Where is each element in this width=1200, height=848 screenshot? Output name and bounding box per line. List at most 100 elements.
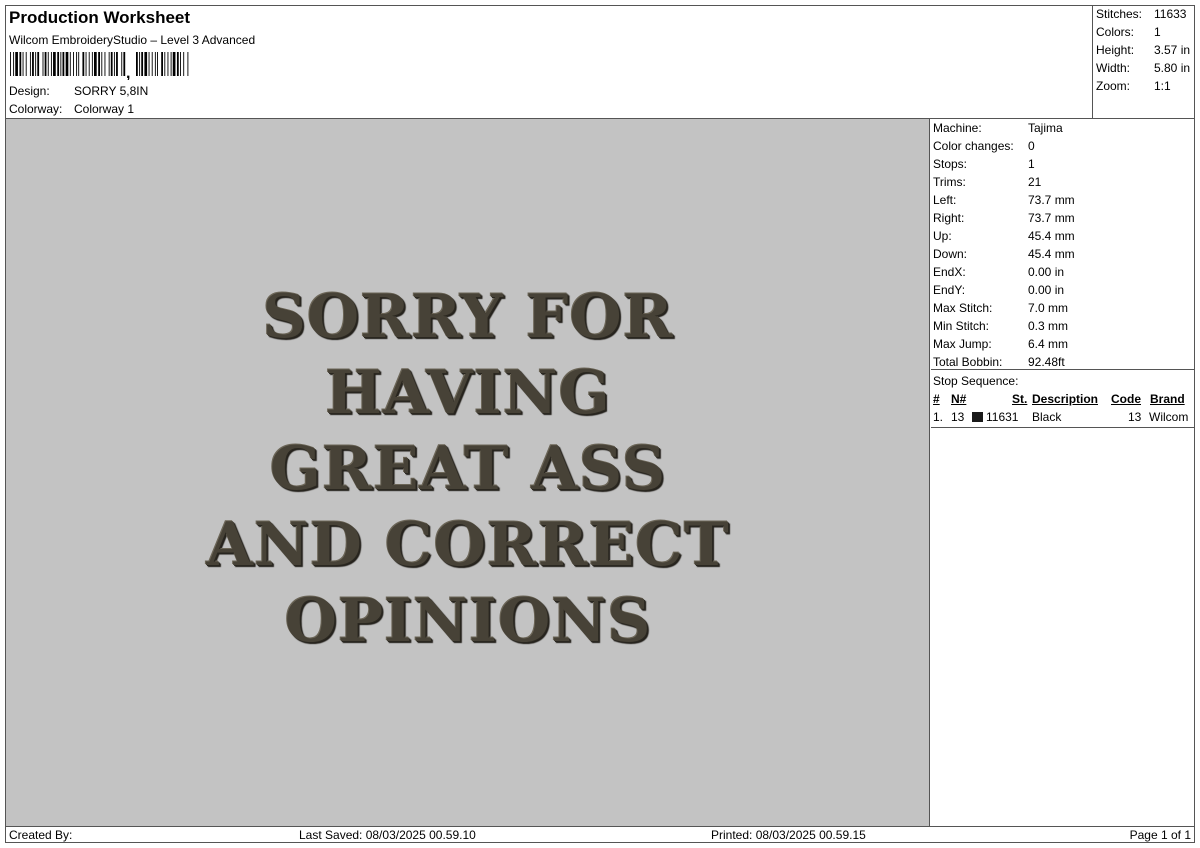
summary-box: Stitches: 11633 Colors: 1 Height: 3.57 in W… [1092, 6, 1194, 119]
stat-endy: EndY: 0.00 in [933, 283, 1064, 297]
page-title: Production Worksheet [9, 8, 191, 27]
stat-max-stitch: Max Stitch: 7.0 mm [933, 301, 1068, 315]
stat-trims: Trims: 21 [933, 175, 1041, 189]
color-swatch-icon [972, 412, 983, 422]
min-stitch-value: 0.3 mm [1028, 319, 1069, 333]
col-header-code: Code [1111, 392, 1141, 406]
worksheet-frame: Production Worksheet Wilcom EmbroiderySt… [5, 5, 1195, 843]
stops-value: 1 [1028, 157, 1035, 171]
max-jump-label: Max Jump: [933, 337, 992, 351]
machine-stats-panel: Machine: Tajima Color changes: 0 Stops: 1 T… [931, 119, 1194, 826]
max-stitch-value: 7.0 mm [1028, 301, 1069, 315]
right-label: Right: [933, 211, 965, 225]
software-name: Wilcom EmbroideryStudio – Level 3 Advanc… [9, 33, 256, 47]
svg-text:,: , [126, 65, 130, 80]
machine-label: Machine: [933, 121, 982, 135]
created-by: Created By: [9, 828, 73, 842]
design-value: SORRY 5,8IN [74, 84, 149, 98]
endx-label: EndX: [933, 265, 966, 279]
stop-description: Black [1032, 410, 1062, 424]
color-changes-value: 0 [1028, 139, 1035, 153]
height-value: 3.57 in [1154, 43, 1191, 57]
stitches-label: Stitches: [1096, 7, 1143, 21]
down-value: 45.4 mm [1028, 247, 1075, 261]
height-label: Height: [1096, 43, 1135, 57]
stat-machine: Machine: Tajima [933, 121, 1063, 135]
embroidery-design: SORRY FOR HAVING GREAT ASS AND CORRECT O… [6, 279, 930, 659]
machine-value: Tajima [1028, 121, 1063, 135]
divider [931, 369, 1194, 370]
stat-right: Right: 73.7 mm [933, 211, 1075, 225]
stat-endx: EndX: 0.00 in [933, 265, 1064, 279]
trims-label: Trims: [933, 175, 966, 189]
stop-stitches: 11631 [986, 410, 1019, 424]
height-row: Height: 3.57 in [1096, 43, 1190, 57]
total-bobbin-label: Total Bobbin: [933, 355, 1003, 369]
stat-color-changes: Color changes: 0 [933, 139, 1035, 153]
max-jump-value: 6.4 mm [1028, 337, 1069, 351]
width-label: Width: [1096, 61, 1131, 75]
design-line: HAVING [325, 358, 611, 428]
up-label: Up: [933, 229, 952, 243]
col-header-num: # [933, 392, 940, 406]
stitches-value: 11633 [1154, 7, 1187, 21]
stop-num: 1. [933, 410, 944, 424]
colorway-row: Colorway: Colorway 1 [9, 102, 134, 116]
stat-max-jump: Max Jump: 6.4 mm [933, 337, 1068, 351]
col-header-description: Description [1032, 392, 1099, 406]
design-line: GREAT ASS [269, 434, 667, 504]
design-line: SORRY FOR [262, 282, 674, 352]
design-preview: SORRY FOR HAVING GREAT ASS AND CORRECT O… [6, 119, 930, 826]
max-stitch-label: Max Stitch: [933, 301, 993, 315]
endx-value: 0.00 in [1028, 265, 1065, 279]
stat-min-stitch: Min Stitch: 0.3 mm [933, 319, 1068, 333]
col-header-st: St. [1012, 392, 1028, 406]
colorway-label: Colorway: [9, 102, 63, 116]
width-row: Width: 5.80 in [1096, 61, 1190, 75]
down-label: Down: [933, 247, 968, 261]
colors-row: Colors: 1 [1096, 25, 1161, 39]
stat-up: Up: 45.4 mm [933, 229, 1075, 243]
colorway-value: Colorway 1 [74, 102, 135, 116]
up-value: 45.4 mm [1028, 229, 1075, 243]
stop-sequence-row: 1. 13 11631 Black 13 Wilcom [931, 410, 1194, 426]
design-label: Design: [9, 84, 50, 98]
total-bobbin-value: 92.48ft [1028, 355, 1065, 369]
stops-label: Stops: [933, 157, 968, 171]
endy-label: EndY: [933, 283, 966, 297]
stop-sequence-header: # N# St. Description Code Brand [931, 392, 1194, 408]
trims-value: 21 [1028, 175, 1042, 189]
barcode-image: , [10, 52, 189, 80]
colors-value: 1 [1154, 25, 1161, 39]
zoom-label: Zoom: [1096, 79, 1131, 93]
stat-stops: Stops: 1 [933, 157, 1035, 171]
stat-left: Left: 73.7 mm [933, 193, 1075, 207]
stop-brand: Wilcom [1149, 410, 1189, 424]
endy-value: 0.00 in [1028, 283, 1065, 297]
page-number: Page 1 of 1 [1129, 828, 1191, 842]
printed-date: Printed: 08/03/2025 00.59.15 [711, 828, 866, 842]
zoom-row: Zoom: 1:1 [1096, 79, 1171, 93]
min-stitch-label: Min Stitch: [933, 319, 990, 333]
worksheet-header: Production Worksheet Wilcom EmbroiderySt… [6, 6, 1092, 119]
last-saved: Last Saved: 08/03/2025 00.59.10 [299, 828, 476, 842]
stop-code: 13 [1128, 410, 1142, 424]
color-changes-label: Color changes: [933, 139, 1014, 153]
colors-label: Colors: [1096, 25, 1135, 39]
stat-down: Down: 45.4 mm [933, 247, 1075, 261]
col-header-n: N# [951, 392, 967, 406]
design-row: Design: SORRY 5,8IN [9, 84, 148, 98]
left-value: 73.7 mm [1028, 193, 1075, 207]
stat-total-bobbin: Total Bobbin: 92.48ft [933, 355, 1065, 369]
stop-needle: 13 [951, 410, 965, 424]
worksheet-footer: Created By: Last Saved: 08/03/2025 00.59… [6, 826, 1194, 842]
stitches-row: Stitches: 11633 [1096, 7, 1186, 21]
design-line: OPINIONS [284, 586, 652, 656]
stop-sequence-title: Stop Sequence: [933, 374, 1019, 388]
right-value: 73.7 mm [1028, 211, 1075, 225]
col-header-brand: Brand [1150, 392, 1185, 406]
left-label: Left: [933, 193, 957, 207]
design-line: AND CORRECT [206, 510, 730, 580]
zoom-value: 1:1 [1154, 79, 1171, 93]
divider [931, 427, 1194, 428]
